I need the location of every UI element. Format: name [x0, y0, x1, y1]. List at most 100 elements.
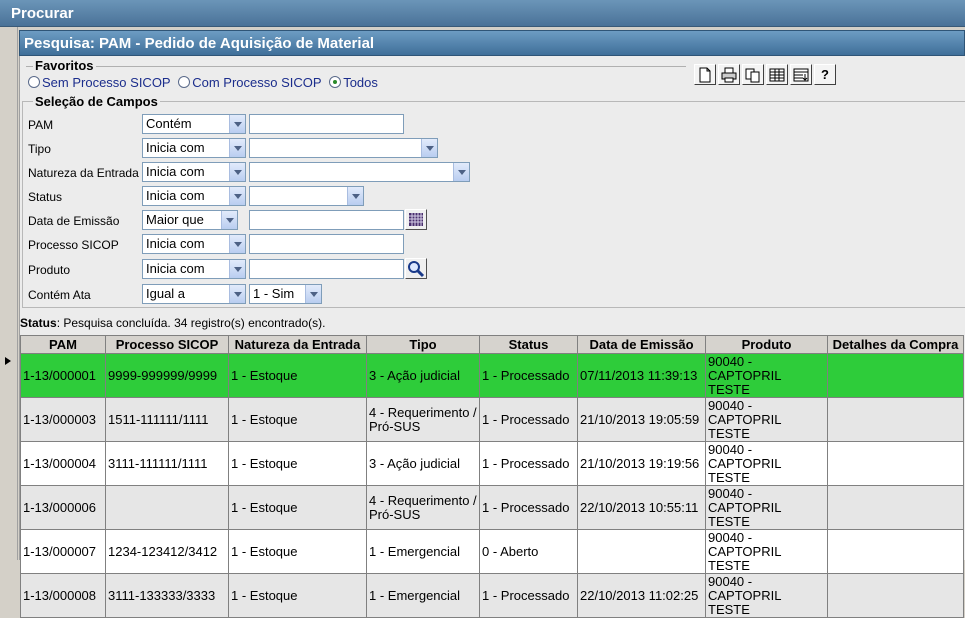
chevron-down-icon[interactable] — [229, 187, 245, 205]
chevron-down-icon[interactable] — [347, 187, 363, 205]
table-cell — [827, 529, 964, 574]
chevron-down-icon[interactable] — [229, 285, 245, 303]
table-cell: 90040 - CAPTOPRIL TESTE — [705, 573, 828, 618]
processo-operator-select[interactable]: Inicia com — [142, 234, 246, 254]
table-cell: 1-13/000003 — [20, 397, 106, 442]
calendar-button[interactable] — [405, 209, 427, 230]
tipo-label: Tipo — [28, 142, 51, 156]
contem-ata-operator-select[interactable]: Igual a — [142, 284, 246, 304]
columns-button[interactable] — [766, 64, 788, 85]
radio-com-processo[interactable]: Com Processo SICOP — [178, 75, 322, 90]
tipo-operator-select[interactable]: Inicia com — [142, 138, 246, 158]
table-row[interactable]: 1-13/000004 3111-111111/1111 1 - Estoque 3 … — [20, 441, 964, 486]
chevron-down-icon[interactable] — [229, 163, 245, 181]
chevron-down-icon[interactable] — [421, 139, 437, 157]
chevron-down-icon[interactable] — [229, 115, 245, 133]
sort-button[interactable] — [790, 64, 812, 85]
table-row[interactable]: 1-13/000007 1234-123412/3412 1 - Estoque 1 … — [20, 529, 964, 574]
column-header[interactable]: Natureza da Entrada — [228, 335, 367, 354]
help-button[interactable]: ? — [814, 64, 836, 85]
natureza-value-select[interactable] — [249, 162, 470, 182]
produto-operator-select[interactable]: Inicia com — [142, 259, 246, 279]
column-header[interactable]: Detalhes da Compra — [827, 335, 964, 354]
table-cell: 0 - Aberto — [479, 529, 578, 574]
column-header[interactable]: Processo SICOP — [105, 335, 229, 354]
table-cell: 07/11/2013 11:39:13 — [577, 353, 706, 398]
column-header[interactable]: Tipo — [366, 335, 480, 354]
radio-todos[interactable]: Todos — [329, 75, 378, 90]
pam-operator-select[interactable]: Contém — [142, 114, 246, 134]
column-header[interactable]: Produto — [705, 335, 828, 354]
data-emissao-input[interactable] — [249, 210, 404, 230]
status-label-bold: Status — [20, 316, 57, 330]
table-cell: 3 - Ação judicial — [366, 441, 480, 486]
copy-button[interactable] — [742, 64, 764, 85]
table-cell: 90040 - CAPTOPRIL TESTE — [705, 485, 828, 530]
select-value: Inicia com — [146, 164, 205, 179]
table-cell: 21/10/2013 19:19:56 — [577, 441, 706, 486]
table-cell: 3 - Ação judicial — [366, 353, 480, 398]
radio-icon[interactable] — [28, 76, 40, 88]
natureza-label: Natureza da Entrada — [28, 166, 139, 180]
chevron-down-icon[interactable] — [453, 163, 469, 181]
favorites-label: Favoritos — [33, 58, 96, 73]
table-cell: 1 - Processado — [479, 573, 578, 618]
table-cell: 1511-111111/1111 — [105, 397, 229, 442]
table-cell: 21/10/2013 19:05:59 — [577, 397, 706, 442]
table-row[interactable]: 1-13/000003 1511-111111/1111 1 - Estoque 4 … — [20, 397, 964, 442]
data-emissao-label: Data de Emissão — [28, 214, 120, 228]
produto-input[interactable] — [249, 259, 404, 279]
pam-input[interactable] — [249, 114, 404, 134]
radio-sem-processo[interactable]: Sem Processo SICOP — [28, 75, 171, 90]
select-value: 1 - Sim — [253, 286, 295, 301]
radio-icon-checked[interactable] — [329, 76, 342, 88]
favorites-radios: Sem Processo SICOP Com Processo SICOP To… — [28, 75, 382, 90]
column-header[interactable]: PAM — [20, 335, 106, 354]
table-header-row: PAM Processo SICOP Natureza da Entrada T… — [20, 335, 964, 354]
table-row[interactable]: 1-13/000008 3111-133333/3333 1 - Estoque 1 … — [20, 573, 964, 618]
product-search-button[interactable] — [405, 258, 427, 279]
processo-label: Processo SICOP — [28, 238, 119, 252]
window-title: Procurar — [0, 0, 965, 27]
chevron-down-icon[interactable] — [229, 235, 245, 253]
radio-label: Sem Processo SICOP — [42, 75, 171, 90]
new-document-button[interactable] — [694, 64, 716, 85]
chevron-down-icon[interactable] — [221, 211, 237, 229]
table-cell: 1 - Estoque — [228, 529, 367, 574]
table-row[interactable]: 1-13/000001 9999-999999/9999 1 - Estoque 3 … — [20, 353, 964, 398]
table-row[interactable]: 1-13/000006 1 - Estoque 4 - Requerimento /… — [20, 485, 964, 530]
processo-input[interactable] — [249, 234, 404, 254]
printer-icon — [721, 67, 737, 83]
status-value-select[interactable] — [249, 186, 364, 206]
tipo-value-select[interactable] — [249, 138, 438, 158]
table-cell — [827, 353, 964, 398]
select-value: Contém — [146, 116, 192, 131]
table-cell: 1 - Estoque — [228, 441, 367, 486]
pam-label: PAM — [28, 118, 54, 132]
print-button[interactable] — [718, 64, 740, 85]
data-emissao-operator-select[interactable]: Maior que — [142, 210, 238, 230]
radio-icon[interactable] — [178, 76, 191, 88]
table-cell: 22/10/2013 10:55:11 — [577, 485, 706, 530]
column-header[interactable]: Data de Emissão — [577, 335, 706, 354]
table-cell: 1-13/000001 — [20, 353, 106, 398]
contem-ata-value-select[interactable]: 1 - Sim — [249, 284, 322, 304]
search-status: Status: Pesquisa concluída. 34 registro(… — [20, 316, 326, 330]
table-cell: 1 - Processado — [479, 397, 578, 442]
chevron-down-icon[interactable] — [229, 139, 245, 157]
help-icon: ? — [821, 67, 829, 82]
table-cell: 1-13/000004 — [20, 441, 106, 486]
chevron-down-icon[interactable] — [229, 260, 245, 278]
panel-title: Pesquisa: PAM - Pedido de Aquisição de M… — [19, 30, 965, 56]
radio-label: Todos — [343, 75, 378, 90]
column-header[interactable]: Status — [479, 335, 578, 354]
table-cell: 1 - Estoque — [228, 485, 367, 530]
table-cell: 3111-111111/1111 — [105, 441, 229, 486]
sort-table-icon — [793, 68, 809, 82]
status-operator-select[interactable]: Inicia com — [142, 186, 246, 206]
select-value: Inicia com — [146, 261, 205, 276]
chevron-down-icon[interactable] — [305, 285, 321, 303]
natureza-operator-select[interactable]: Inicia com — [142, 162, 246, 182]
table-cell — [827, 441, 964, 486]
table-cell: 3111-133333/3333 — [105, 573, 229, 618]
